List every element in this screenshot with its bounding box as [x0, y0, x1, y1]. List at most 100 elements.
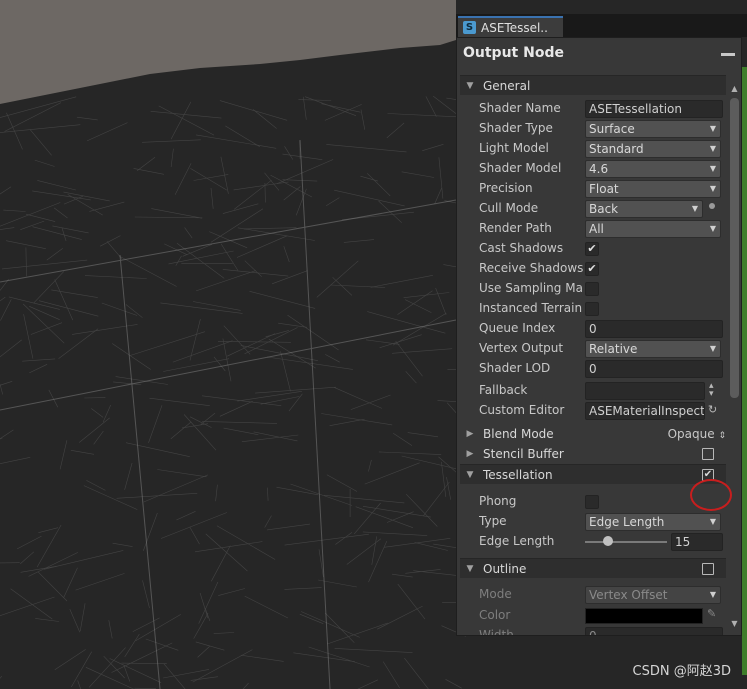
- row-use-sampling: Use Sampling Mac: [479, 280, 723, 298]
- inspector-window: S ASETessel.. Output Node ▲ ▼ ▼ General …: [456, 14, 747, 636]
- dropdown-arrow-icon: ▼: [709, 124, 716, 133]
- receive-shadows-checkbox[interactable]: ✔: [585, 262, 599, 276]
- row-phong: Phong: [479, 493, 723, 511]
- shader-model-value: 4.6: [589, 162, 609, 176]
- phong-label: Phong: [479, 494, 517, 508]
- edge-length-label: Edge Length: [479, 534, 555, 548]
- row-shader-type: Shader Type Surface ▼: [479, 120, 723, 138]
- collapse-triangle-icon: ▶: [466, 449, 474, 459]
- dropdown-arrow-icon: ▼: [691, 204, 698, 213]
- shader-type-dropdown[interactable]: Surface ▼: [585, 120, 721, 138]
- cull-mode-label: Cull Mode: [479, 201, 539, 215]
- panel-title: Output Node: [463, 45, 564, 61]
- render-path-label: Render Path: [479, 221, 552, 235]
- output-node-panel: Output Node ▲ ▼ ▼ General Shader Name AS…: [456, 37, 742, 636]
- row-edge-length: Edge Length 15: [479, 533, 723, 551]
- row-instanced-terrain: Instanced Terrain: [479, 300, 723, 318]
- expand-triangle-icon: ▼: [466, 469, 474, 480]
- eyedropper-icon[interactable]: ✎: [707, 607, 716, 620]
- shader-type-value: Surface: [589, 122, 635, 136]
- tess-type-value: Edge Length: [589, 515, 665, 529]
- blend-mode-value[interactable]: Opaque ⇕: [668, 427, 726, 441]
- queue-index-input[interactable]: 0: [585, 320, 723, 338]
- precision-label: Precision: [479, 181, 533, 195]
- row-receive-shadows: Receive Shadows ✔: [479, 260, 723, 278]
- tess-type-dropdown[interactable]: Edge Length ▼: [585, 513, 721, 531]
- cast-shadows-checkbox[interactable]: ✔: [585, 242, 599, 256]
- stencil-buffer-checkbox[interactable]: [702, 448, 714, 460]
- receive-shadows-label: Receive Shadows: [479, 261, 583, 275]
- outline-width-label: Width: [479, 628, 514, 636]
- phong-checkbox[interactable]: [585, 495, 599, 509]
- refresh-icon[interactable]: ↻: [708, 403, 717, 416]
- blend-mode-value-text: Opaque: [667, 427, 715, 441]
- row-shader-name: Shader Name ASETessellation: [479, 100, 723, 118]
- tab-asetessellation[interactable]: S ASETessel..: [458, 16, 563, 37]
- outline-color-swatch[interactable]: [585, 608, 703, 624]
- scroll-thumb[interactable]: [730, 98, 739, 398]
- row-light-model: Light Model Standard ▼: [479, 140, 723, 158]
- stepper-arrows-icon[interactable]: ▴ ▾: [709, 382, 714, 399]
- vertex-output-value: Relative: [589, 342, 638, 356]
- precision-dropdown[interactable]: Float ▼: [585, 180, 721, 198]
- edge-length-slider-track[interactable]: [585, 541, 667, 543]
- section-outline-label: Outline: [483, 561, 527, 576]
- render-path-dropdown[interactable]: All ▼: [585, 220, 721, 238]
- use-sampling-label: Use Sampling Mac: [479, 281, 583, 295]
- queue-index-label: Queue Index: [479, 321, 556, 335]
- minimize-icon[interactable]: [721, 53, 735, 56]
- variable-dot-icon[interactable]: [709, 203, 715, 209]
- cull-mode-dropdown[interactable]: Back ▼: [585, 200, 703, 218]
- stepper-arrows-icon: ⇕: [718, 431, 726, 441]
- custom-editor-input[interactable]: ASEMaterialInspecto: [585, 402, 705, 420]
- dropdown-arrow-icon: ▼: [709, 184, 716, 193]
- shader-lod-label: Shader LOD: [479, 361, 551, 375]
- section-stencil-buffer[interactable]: ▶ Stencil Buffer: [460, 444, 726, 464]
- vertical-scrollbar[interactable]: ▲ ▼: [729, 84, 740, 629]
- shader-file-icon: S: [463, 21, 476, 34]
- outline-mode-label: Mode: [479, 587, 512, 601]
- row-render-path: Render Path All ▼: [479, 220, 723, 238]
- row-vertex-output: Vertex Output Relative ▼: [479, 340, 723, 358]
- shader-lod-input[interactable]: 0: [585, 360, 723, 378]
- section-general[interactable]: ▼ General: [460, 75, 726, 95]
- row-precision: Precision Float ▼: [479, 180, 723, 198]
- instanced-terrain-checkbox[interactable]: [585, 302, 599, 316]
- section-blend-mode-label: Blend Mode: [483, 427, 554, 441]
- fallback-input[interactable]: [585, 382, 705, 400]
- outline-color-label: Color: [479, 608, 511, 622]
- edge-length-input[interactable]: 15: [671, 533, 723, 551]
- light-model-dropdown[interactable]: Standard ▼: [585, 140, 721, 158]
- scroll-down-icon[interactable]: ▼: [729, 619, 740, 629]
- outline-mode-dropdown[interactable]: Vertex Offset ▼: [585, 586, 721, 604]
- row-custom-editor: Custom Editor ASEMaterialInspecto ↻: [479, 402, 723, 420]
- cull-mode-value: Back: [589, 202, 619, 216]
- section-blend-mode[interactable]: ▶ Blend Mode Opaque ⇕: [460, 424, 726, 444]
- fallback-label: Fallback: [479, 383, 528, 397]
- row-outline-color: Color ✎: [479, 607, 723, 625]
- cast-shadows-label: Cast Shadows: [479, 241, 564, 255]
- row-shader-model: Shader Model 4.6 ▼: [479, 160, 723, 178]
- outline-width-input[interactable]: 0: [585, 627, 723, 635]
- row-cull-mode: Cull Mode Back ▼: [479, 200, 723, 218]
- use-sampling-checkbox[interactable]: [585, 282, 599, 296]
- section-stencil-buffer-label: Stencil Buffer: [483, 447, 564, 461]
- outline-checkbox[interactable]: [702, 563, 714, 575]
- dropdown-arrow-icon: ▼: [709, 517, 716, 526]
- shader-name-input[interactable]: ASETessellation: [585, 100, 723, 118]
- dropdown-arrow-icon: ▼: [709, 344, 716, 353]
- row-fallback: Fallback ▴ ▾: [479, 382, 723, 400]
- dropdown-arrow-icon: ▼: [709, 224, 716, 233]
- scroll-up-icon[interactable]: ▲: [729, 84, 740, 94]
- section-general-label: General: [483, 78, 531, 93]
- vertex-output-dropdown[interactable]: Relative ▼: [585, 340, 721, 358]
- tab-label: ASETessel..: [481, 20, 548, 35]
- section-tessellation[interactable]: ▼ Tessellation ✔: [460, 464, 726, 484]
- tab-bar: S ASETessel..: [456, 14, 747, 37]
- edge-length-slider-thumb[interactable]: [603, 536, 613, 546]
- shader-model-dropdown[interactable]: 4.6 ▼: [585, 160, 721, 178]
- light-model-value: Standard: [589, 142, 644, 156]
- row-queue-index: Queue Index 0: [479, 320, 723, 338]
- section-outline[interactable]: ▼ Outline: [460, 558, 726, 578]
- watermark: CSDN @阿赵3D: [632, 664, 731, 679]
